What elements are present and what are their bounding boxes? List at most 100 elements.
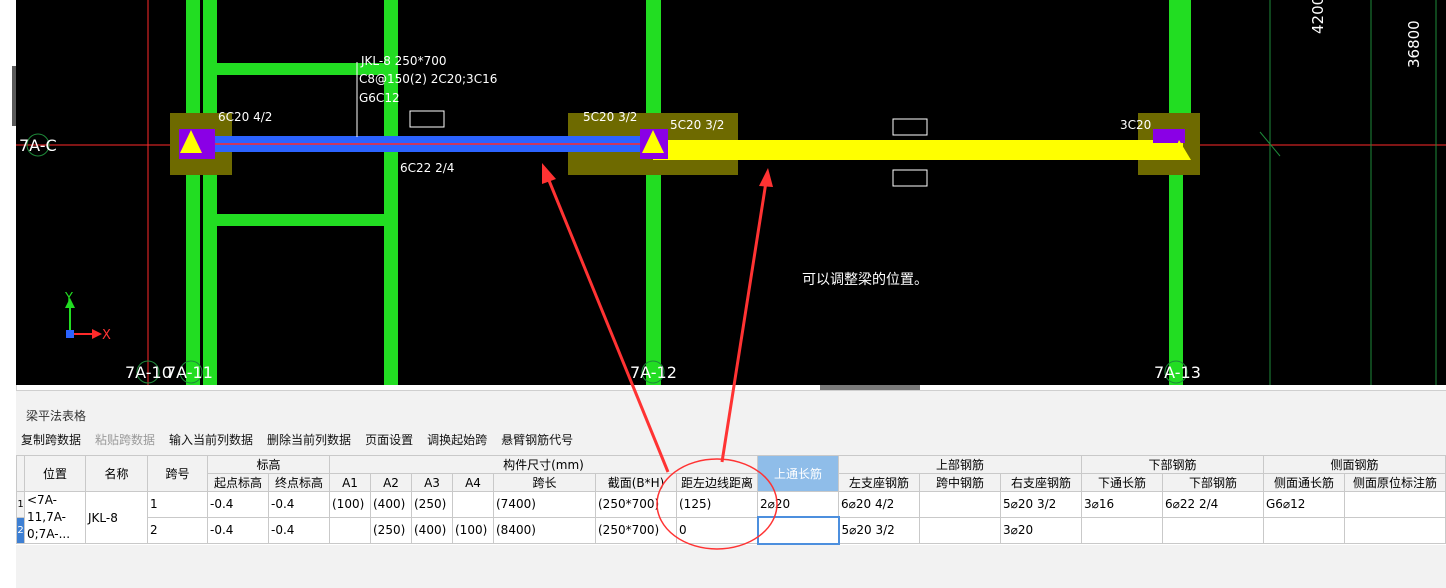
cell-left-sup[interactable]: 5⌀20 3/2 bbox=[838, 516, 920, 545]
col-header-start-elev[interactable]: 起点标高 bbox=[207, 473, 269, 492]
cell-span-len[interactable]: (7400) bbox=[493, 491, 596, 518]
beam-table: 位置 名称 跨号 标高 构件尺寸(mm) 上通长筋 上部钢筋 下部钢筋 侧面钢筋… bbox=[16, 455, 1446, 545]
col-header-a3[interactable]: A3 bbox=[411, 473, 453, 492]
dimension-text: 4200 bbox=[1309, 0, 1327, 34]
cell-span[interactable]: 2 bbox=[147, 516, 208, 545]
panel-title: 梁平法表格 bbox=[26, 409, 87, 423]
cantilever-rebar-code-button[interactable]: 悬臂钢筋代号 bbox=[501, 431, 573, 451]
cell-side-through[interactable] bbox=[1263, 516, 1345, 545]
annotation-note: 可以调整梁的位置。 bbox=[802, 272, 928, 288]
cell-offset[interactable]: 0 bbox=[676, 516, 758, 545]
group-header-size: 构件尺寸(mm) bbox=[329, 455, 758, 474]
axis-label-7a-12: 7A-12 bbox=[630, 363, 677, 382]
rebar-label: 5C20 3/2 bbox=[583, 110, 637, 124]
cell-right-sup[interactable]: 5⌀20 3/2 bbox=[1000, 491, 1082, 518]
row-number[interactable]: 1 bbox=[16, 491, 25, 518]
row-number-header bbox=[16, 455, 25, 492]
rebar-label: 3C20 bbox=[1120, 118, 1151, 132]
cell-top-through[interactable]: 2⌀20 bbox=[757, 491, 839, 518]
cell-start-elev[interactable]: -0.4 bbox=[207, 491, 269, 518]
cell-span[interactable]: 1 bbox=[147, 491, 208, 518]
column[interactable] bbox=[1169, 0, 1183, 385]
cell-mid[interactable] bbox=[919, 491, 1001, 518]
col-header-a2[interactable]: A2 bbox=[370, 473, 412, 492]
group-header-elev: 标高 bbox=[207, 455, 330, 474]
beam-label-line-3: G6C12 bbox=[359, 91, 400, 105]
svg-text:X: X bbox=[102, 328, 111, 343]
cell-a4[interactable]: (100) bbox=[452, 516, 494, 545]
beam-horizontal[interactable] bbox=[203, 214, 398, 226]
cell-start-elev[interactable]: -0.4 bbox=[207, 516, 269, 545]
cell-a3[interactable]: (400) bbox=[411, 516, 453, 545]
col-header-right-sup[interactable]: 右支座钢筋 bbox=[1000, 473, 1082, 492]
col-header-bot[interactable]: 下部钢筋 bbox=[1162, 473, 1264, 492]
cell-name[interactable]: JKL-8 bbox=[85, 491, 148, 544]
cell-bot-through[interactable]: 3⌀16 bbox=[1081, 491, 1163, 518]
cell-offset[interactable]: (125) bbox=[676, 491, 758, 518]
col-header-span[interactable]: 跨号 bbox=[147, 455, 208, 492]
cell-pos[interactable]: <7A-11,7A-0;7A-... bbox=[24, 491, 86, 544]
cell-a2[interactable]: (400) bbox=[370, 491, 412, 518]
table-row[interactable]: 1 <7A-11,7A-0;7A-... JKL-8 1 -0.4 -0.4 (… bbox=[16, 491, 1446, 544]
cell-end-elev[interactable]: -0.4 bbox=[268, 491, 330, 518]
cell-bot[interactable]: 6⌀22 2/4 bbox=[1162, 491, 1264, 518]
cell-left-sup[interactable]: 6⌀20 4/2 bbox=[838, 491, 920, 518]
col-header-section[interactable]: 截面(B*H) bbox=[595, 473, 677, 492]
col-header-side-orig[interactable]: 侧面原位标注筋 bbox=[1344, 473, 1446, 492]
cell-side-orig[interactable] bbox=[1344, 516, 1446, 545]
beam-table-panel: 梁平法表格 复制跨数据 粘贴跨数据 输入当前列数据 删除当前列数据 页面设置 调… bbox=[16, 390, 1446, 588]
axis-label-7a-c: 7A-C bbox=[19, 136, 57, 155]
col-header-end-elev[interactable]: 终点标高 bbox=[268, 473, 330, 492]
text-box bbox=[892, 169, 928, 187]
dimension-text: 36800 bbox=[1405, 20, 1423, 68]
col-header-bot-through[interactable]: 下通长筋 bbox=[1081, 473, 1163, 492]
col-header-a4[interactable]: A4 bbox=[452, 473, 494, 492]
column[interactable] bbox=[186, 0, 200, 385]
cell-bot[interactable] bbox=[1162, 516, 1264, 545]
cell-end-elev[interactable]: -0.4 bbox=[268, 516, 330, 545]
col-header-name[interactable]: 名称 bbox=[85, 455, 148, 492]
cell-bot-through[interactable] bbox=[1081, 516, 1163, 545]
cell-top-through-active[interactable] bbox=[756, 516, 840, 545]
col-header-a1[interactable]: A1 bbox=[329, 473, 371, 492]
copy-span-data-button[interactable]: 复制跨数据 bbox=[21, 431, 81, 451]
cell-a4[interactable] bbox=[452, 491, 494, 518]
group-header-side: 侧面钢筋 bbox=[1263, 455, 1446, 474]
column[interactable] bbox=[646, 0, 661, 385]
col-header-top-through[interactable]: 上通长筋 bbox=[757, 455, 839, 492]
input-column-data-button[interactable]: 输入当前列数据 bbox=[169, 431, 253, 451]
column[interactable] bbox=[203, 0, 217, 385]
cell-a2[interactable]: (250) bbox=[370, 516, 412, 545]
cell-section[interactable]: (250*700) bbox=[595, 516, 677, 545]
beam-label-line-1: JKL-8 250*700 bbox=[360, 54, 446, 68]
highlighted-beam-span-2[interactable] bbox=[653, 140, 1183, 160]
table-row[interactable]: 2 2 -0.4 -0.4 (250) (400) (100) (8400) (… bbox=[16, 516, 1446, 545]
row-number[interactable]: 2 bbox=[16, 516, 25, 545]
axis-label-7a-11: 7A-11 bbox=[166, 363, 213, 382]
col-header-mid[interactable]: 跨中钢筋 bbox=[919, 473, 1001, 492]
cell-a1[interactable]: (100) bbox=[329, 491, 371, 518]
cell-span-len[interactable]: (8400) bbox=[493, 516, 596, 545]
col-header-offset[interactable]: 距左边线距离 bbox=[676, 473, 758, 492]
left-edge-strip bbox=[0, 0, 17, 587]
axis-label-7a-10: 7A-10 bbox=[125, 363, 172, 382]
cell-mid[interactable] bbox=[919, 516, 1001, 545]
cad-canvas[interactable]: 7A-C 7A-10 7A-11 7A-12 7A-13 4200 36800 … bbox=[16, 0, 1446, 385]
rebar-label: 6C22 2/4 bbox=[400, 161, 454, 175]
cell-side-orig[interactable] bbox=[1344, 491, 1446, 518]
cell-side-through[interactable]: G6⌀12 bbox=[1263, 491, 1345, 518]
text-box bbox=[892, 118, 928, 136]
cell-right-sup[interactable]: 3⌀20 bbox=[1000, 516, 1082, 545]
page-setup-button[interactable]: 页面设置 bbox=[365, 431, 413, 451]
cell-section[interactable]: (250*700) bbox=[595, 491, 677, 518]
paste-span-data-button[interactable]: 粘贴跨数据 bbox=[95, 431, 155, 451]
col-header-pos[interactable]: 位置 bbox=[24, 455, 86, 492]
rebar-label: 6C20 4/2 bbox=[218, 110, 272, 124]
col-header-left-sup[interactable]: 左支座钢筋 bbox=[838, 473, 920, 492]
col-header-span-len[interactable]: 跨长 bbox=[493, 473, 596, 492]
swap-start-span-button[interactable]: 调换起始跨 bbox=[427, 431, 487, 451]
cell-a1[interactable] bbox=[329, 516, 371, 545]
cell-a3[interactable]: (250) bbox=[411, 491, 453, 518]
col-header-side-through[interactable]: 侧面通长筋 bbox=[1263, 473, 1345, 492]
delete-column-data-button[interactable]: 删除当前列数据 bbox=[267, 431, 351, 451]
